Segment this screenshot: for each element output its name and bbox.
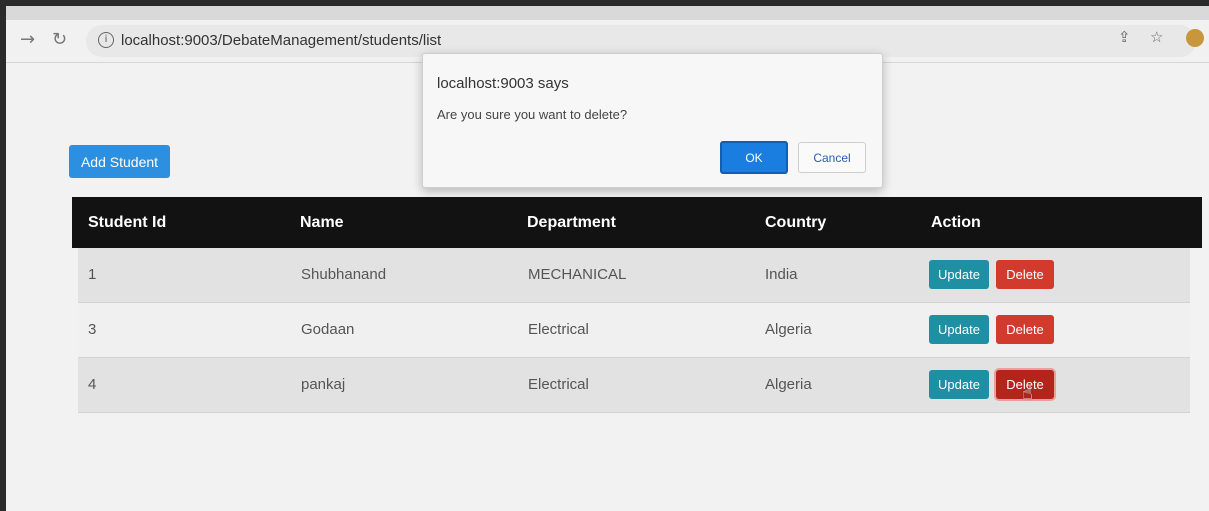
country-cell: Algeria [765, 376, 812, 393]
confirm-dialog: localhost:9003 says Are you sure you wan… [422, 53, 883, 188]
add-student-button[interactable]: Add Student [69, 145, 170, 178]
column-header-action: Action [931, 214, 981, 231]
share-icon[interactable]: ⇪ [1118, 28, 1131, 46]
reload-icon[interactable]: ↻ [52, 29, 67, 50]
profile-avatar[interactable] [1186, 29, 1204, 47]
dialog-title: localhost:9003 says [437, 75, 569, 92]
back-arrow-icon[interactable]: → [20, 29, 35, 50]
table-row: 3 Godaan Electrical Algeria Update Delet… [78, 303, 1190, 358]
student-id-cell: 1 [88, 266, 97, 283]
student-name-cell: Shubhanand [301, 266, 387, 283]
star-icon[interactable]: ☆ [1150, 28, 1163, 46]
table-header: Student Id Name Department Country Actio… [72, 197, 1202, 248]
column-header-department: Department [527, 214, 616, 231]
student-name-cell: pankaj [301, 376, 346, 393]
department-cell: MECHANICAL [528, 266, 627, 283]
hand-cursor-icon: ☝ [1022, 383, 1033, 404]
country-cell: Algeria [765, 321, 812, 338]
update-button[interactable]: Update [929, 260, 989, 289]
country-cell: India [765, 266, 798, 283]
dialog-message: Are you sure you want to delete? [437, 107, 628, 122]
student-id-cell: 4 [88, 376, 97, 393]
ok-button[interactable]: OK [720, 141, 788, 174]
tab-strip [6, 6, 1209, 20]
cancel-button[interactable]: Cancel [798, 142, 866, 173]
info-icon[interactable]: i [98, 32, 114, 48]
delete-button[interactable]: Delete [996, 315, 1054, 344]
column-header-country: Country [765, 214, 827, 231]
students-table: Student Id Name Department Country Actio… [72, 197, 1202, 413]
browser-window: → ↻ i localhost:9003/DebateManagement/st… [6, 6, 1209, 511]
url-text: localhost:9003/DebateManagement/students… [121, 32, 442, 49]
student-name-cell: Godaan [301, 321, 355, 338]
column-header-student-id: Student Id [88, 214, 167, 231]
column-header-name: Name [300, 214, 344, 231]
delete-button[interactable]: Delete [996, 260, 1054, 289]
update-button[interactable]: Update [929, 370, 989, 399]
student-id-cell: 3 [88, 321, 97, 338]
table-row: 1 Shubhanand MECHANICAL India Update Del… [78, 248, 1190, 303]
update-button[interactable]: Update [929, 315, 989, 344]
department-cell: Electrical [528, 376, 589, 393]
department-cell: Electrical [528, 321, 589, 338]
